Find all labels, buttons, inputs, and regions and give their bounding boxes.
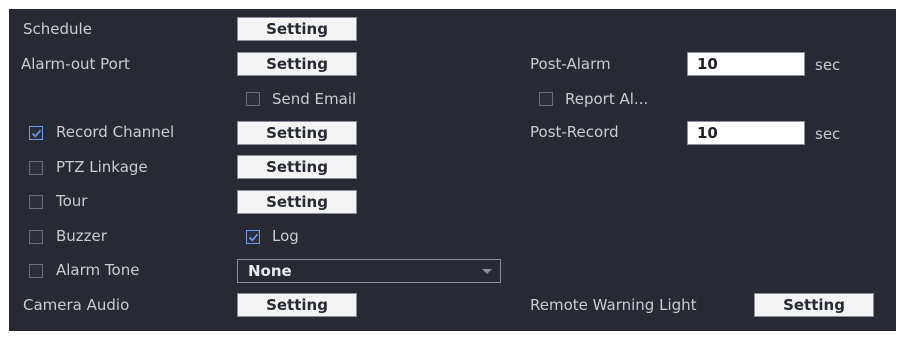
log-checkbox[interactable] bbox=[246, 230, 260, 244]
send-email-label: Send Email bbox=[272, 90, 357, 108]
schedule-setting-button[interactable]: Setting bbox=[237, 17, 357, 41]
post-record-unit: sec bbox=[815, 125, 841, 143]
post-record-label: Post-Record bbox=[530, 123, 619, 141]
record-channel-label: Record Channel bbox=[56, 123, 175, 141]
post-record-input[interactable]: 10 bbox=[687, 121, 805, 145]
log-label: Log bbox=[272, 227, 299, 245]
report-alarm-label: Report Al... bbox=[565, 90, 649, 108]
alarm-tone-selected-value: None bbox=[248, 262, 292, 280]
alarm-out-port-setting-button[interactable]: Setting bbox=[237, 52, 357, 76]
checkmark-icon bbox=[31, 129, 42, 138]
chevron-down-icon bbox=[482, 269, 492, 274]
buzzer-checkbox[interactable] bbox=[29, 230, 43, 244]
post-alarm-unit: sec bbox=[815, 56, 841, 74]
remote-warning-light-label: Remote Warning Light bbox=[530, 296, 697, 314]
camera-audio-setting-button[interactable]: Setting bbox=[237, 293, 357, 317]
schedule-label: Schedule bbox=[23, 20, 92, 38]
buzzer-label: Buzzer bbox=[56, 227, 107, 245]
alarm-tone-select[interactable]: None bbox=[237, 259, 501, 283]
tour-checkbox[interactable] bbox=[29, 195, 43, 209]
remote-warning-light-setting-button[interactable]: Setting bbox=[754, 293, 874, 317]
alarm-tone-checkbox[interactable] bbox=[29, 264, 43, 278]
alarm-tone-label: Alarm Tone bbox=[56, 261, 140, 279]
ptz-linkage-setting-button[interactable]: Setting bbox=[237, 155, 357, 179]
camera-audio-label: Camera Audio bbox=[23, 296, 130, 314]
alarm-out-port-label: Alarm-out Port bbox=[21, 55, 130, 73]
report-alarm-checkbox[interactable] bbox=[539, 92, 553, 106]
record-channel-checkbox[interactable] bbox=[29, 126, 43, 140]
alarm-settings-panel: Schedule Setting Alarm-out Port Setting … bbox=[9, 9, 896, 331]
post-alarm-label: Post-Alarm bbox=[530, 55, 611, 73]
checkmark-icon bbox=[248, 233, 259, 242]
record-channel-setting-button[interactable]: Setting bbox=[237, 121, 357, 145]
send-email-checkbox[interactable] bbox=[246, 92, 260, 106]
tour-setting-button[interactable]: Setting bbox=[237, 190, 357, 214]
ptz-linkage-checkbox[interactable] bbox=[29, 161, 43, 175]
ptz-linkage-label: PTZ Linkage bbox=[56, 158, 148, 176]
tour-label: Tour bbox=[56, 192, 88, 210]
post-alarm-input[interactable]: 10 bbox=[687, 52, 805, 76]
